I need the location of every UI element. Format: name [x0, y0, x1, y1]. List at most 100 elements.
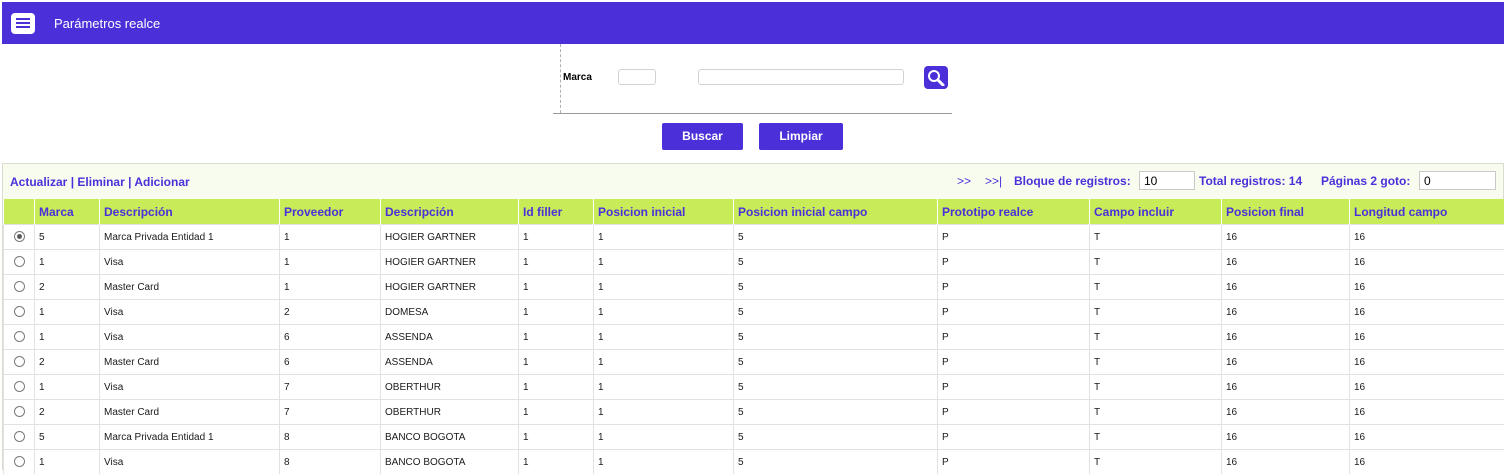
column-header[interactable]: Descripción	[99, 199, 280, 225]
table-cell: P	[937, 424, 1090, 450]
row-radio-button[interactable]	[13, 281, 25, 293]
table-cell: Visa	[99, 249, 280, 275]
row-radio-button[interactable]	[13, 456, 25, 468]
row-radio-button[interactable]	[13, 381, 25, 393]
actualizar-link[interactable]: Actualizar	[10, 175, 67, 189]
column-header[interactable]: Proveedor	[279, 199, 381, 225]
row-select-cell	[3, 399, 35, 425]
row-radio-button[interactable]	[13, 306, 25, 318]
table-cell: 1	[34, 299, 100, 325]
table-cell: HOGIER GARTNER	[380, 274, 519, 300]
row-select-cell	[3, 424, 35, 450]
table-cell: Master Card	[99, 349, 280, 375]
table-row[interactable]: 2 Master Card 6 ASSENDA 1 1 5 P T 16 16	[3, 349, 1504, 375]
next-page-link[interactable]: >>	[957, 174, 971, 188]
table-cell: BANCO BOGOTA	[380, 424, 519, 450]
table-cell: P	[937, 349, 1090, 375]
table-row[interactable]: 5 Marca Privada Entidad 1 1 HOGIER GARTNER 1…	[3, 224, 1504, 250]
marca-description-input[interactable]	[698, 69, 904, 85]
table-cell: 16	[1349, 349, 1504, 375]
table-cell: T	[1089, 449, 1222, 474]
table-row[interactable]: 1 Visa 2 DOMESA 1 1 5 P T 16 16	[3, 299, 1504, 325]
column-header	[3, 199, 35, 225]
results-table: Marca Descripción Proveedor Descripción …	[3, 199, 1504, 474]
table-cell: 16	[1349, 399, 1504, 425]
table-cell: T	[1089, 374, 1222, 400]
table-cell: 16	[1349, 299, 1504, 325]
row-radio-button[interactable]	[13, 331, 25, 343]
table-row[interactable]: 1 Visa 8 BANCO BOGOTA 1 1 5 P T 16 16	[3, 449, 1504, 474]
last-page-link[interactable]: >>|	[985, 174, 1002, 188]
table-cell: 1	[518, 324, 594, 350]
column-header[interactable]: Posicion inicial	[593, 199, 734, 225]
table-cell: 7	[279, 399, 381, 425]
eliminar-link[interactable]: Eliminar	[77, 175, 124, 189]
table-cell: ASSENDA	[380, 349, 519, 375]
bloque-label: Bloque de registros:	[1014, 174, 1131, 188]
table-cell: 5	[733, 424, 938, 450]
row-radio-button[interactable]	[13, 406, 25, 418]
table-cell: OBERTHUR	[380, 374, 519, 400]
adicionar-link[interactable]: Adicionar	[134, 175, 189, 189]
table-cell: 1	[593, 224, 734, 250]
table-cell: Visa	[99, 299, 280, 325]
row-select-cell	[3, 274, 35, 300]
column-header[interactable]: Posicion final	[1221, 199, 1350, 225]
menu-list-icon[interactable]	[11, 13, 35, 34]
table-row[interactable]: 5 Marca Privada Entidad 1 8 BANCO BOGOTA 1 1 5…	[3, 424, 1504, 450]
marca-code-input[interactable]	[618, 69, 656, 85]
table-cell: T	[1089, 324, 1222, 350]
table-cell: T	[1089, 399, 1222, 425]
row-radio-button[interactable]	[13, 356, 25, 368]
table-cell: T	[1089, 249, 1222, 275]
table-row[interactable]: 2 Master Card 1 HOGIER GARTNER 1 1 5 P T 16 16	[3, 274, 1504, 300]
table-cell: Visa	[99, 374, 280, 400]
table-cell: 1	[593, 449, 734, 474]
column-header[interactable]: Campo incluir	[1089, 199, 1222, 225]
table-cell: 1	[518, 349, 594, 375]
table-cell: P	[937, 274, 1090, 300]
column-header[interactable]: Longitud campo	[1349, 199, 1504, 225]
table-cell: 1	[593, 299, 734, 325]
table-cell: 7	[279, 374, 381, 400]
row-radio-button[interactable]	[13, 431, 25, 443]
row-radio-button[interactable]	[13, 231, 25, 243]
table-cell: 1	[518, 399, 594, 425]
column-header[interactable]: Descripción	[380, 199, 519, 225]
table-cell: 16	[1221, 349, 1350, 375]
table-cell: 1	[593, 324, 734, 350]
table-cell: 16	[1349, 274, 1504, 300]
table-cell: 1	[279, 249, 381, 275]
limpiar-button[interactable]: Limpiar	[759, 123, 843, 150]
table-cell: 16	[1221, 424, 1350, 450]
row-select-cell	[3, 249, 35, 275]
table-row[interactable]: 1 Visa 7 OBERTHUR 1 1 5 P T 16 16	[3, 374, 1504, 400]
row-radio-button[interactable]	[13, 256, 25, 268]
table-cell: 16	[1349, 249, 1504, 275]
table-cell: 8	[279, 449, 381, 474]
table-cell: 1	[518, 374, 594, 400]
bloque-input[interactable]	[1139, 171, 1195, 190]
table-row[interactable]: 2 Master Card 7 OBERTHUR 1 1 5 P T 16 16	[3, 399, 1504, 425]
column-header[interactable]: Id filler	[518, 199, 594, 225]
search-button[interactable]	[924, 66, 948, 89]
table-row[interactable]: 1 Visa 1 HOGIER GARTNER 1 1 5 P T 16 16	[3, 249, 1504, 275]
table-cell: 16	[1221, 274, 1350, 300]
column-header[interactable]: Marca	[34, 199, 100, 225]
table-cell: 16	[1221, 399, 1350, 425]
table-cell: Visa	[99, 324, 280, 350]
table-cell: 2	[34, 399, 100, 425]
buscar-button[interactable]: Buscar	[662, 123, 743, 150]
table-cell: P	[937, 374, 1090, 400]
column-header[interactable]: Posicion inicial campo	[733, 199, 938, 225]
table-cell: 16	[1221, 299, 1350, 325]
row-select-cell	[3, 224, 35, 250]
column-header[interactable]: Prototipo realce	[937, 199, 1090, 225]
table-cell: 1	[518, 224, 594, 250]
table-cell: Master Card	[99, 399, 280, 425]
page-title: Parámetros realce	[54, 16, 161, 31]
table-cell: 1	[593, 374, 734, 400]
table-row[interactable]: 1 Visa 6 ASSENDA 1 1 5 P T 16 16	[3, 324, 1504, 350]
table-cell: OBERTHUR	[380, 399, 519, 425]
goto-input[interactable]	[1419, 171, 1496, 190]
